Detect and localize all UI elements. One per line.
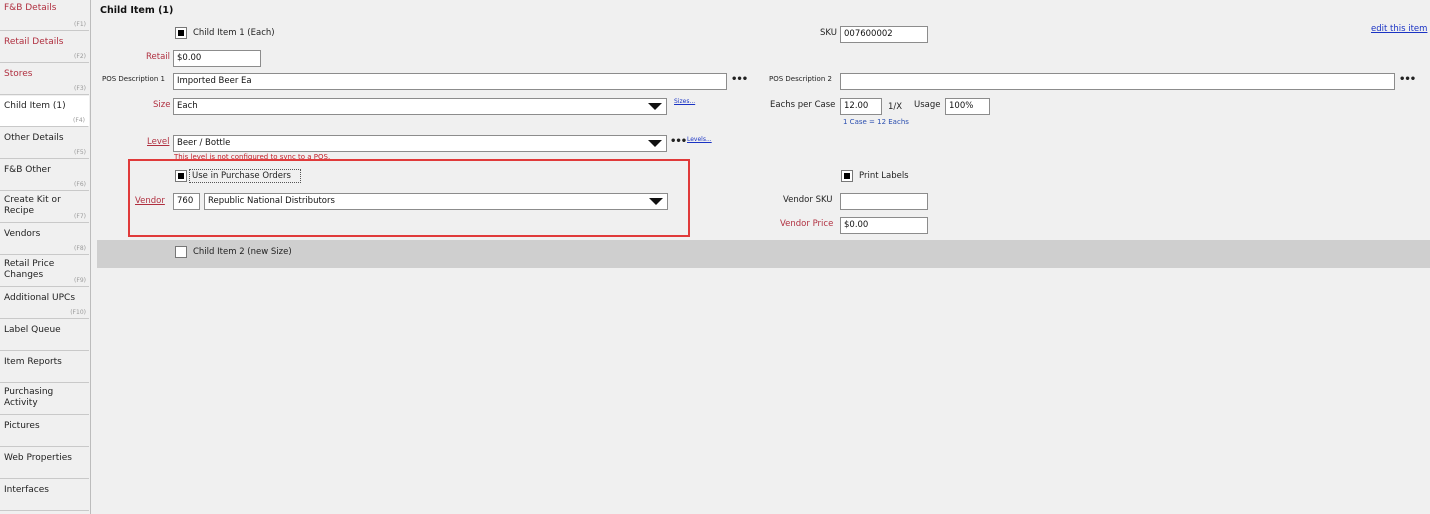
sidebar-item-label: Retail Price Changes bbox=[4, 259, 55, 280]
sku-label: SKU bbox=[820, 28, 837, 38]
sidebar-item-shortcut: (F5) bbox=[74, 149, 86, 156]
sidebar-item-additional-upcs[interactable]: Additional UPCs (F10) bbox=[0, 288, 89, 319]
use-in-purchase-orders-checkbox[interactable] bbox=[175, 170, 187, 182]
levels-link[interactable]: Levels... bbox=[687, 136, 712, 143]
pos-description-2-input[interactable] bbox=[840, 73, 1395, 90]
usage-input[interactable]: 100% bbox=[945, 98, 990, 115]
sidebar-item-shortcut: (F3) bbox=[74, 85, 86, 92]
ellipsis-icon[interactable]: ••• bbox=[1399, 74, 1416, 85]
ellipsis-icon[interactable]: ••• bbox=[670, 136, 687, 147]
use-in-purchase-orders-label: Use in Purchase Orders bbox=[192, 171, 291, 181]
vendor-select[interactable]: Republic National Distributors bbox=[204, 193, 668, 210]
child-item-1-checkbox[interactable] bbox=[175, 27, 187, 39]
sidebar-item-item-reports[interactable]: Item Reports bbox=[0, 352, 89, 383]
ellipsis-icon[interactable]: ••• bbox=[731, 74, 748, 85]
sidebar-item-label: Create Kit or Recipe bbox=[4, 195, 61, 216]
sidebar-item-retail-details[interactable]: Retail Details (F2) bbox=[0, 32, 89, 63]
child-item-2-label: Child Item 2 (new Size) bbox=[193, 247, 292, 257]
child-item-2-row bbox=[97, 240, 1430, 268]
vendor-price-label: Vendor Price bbox=[780, 219, 834, 229]
sku-input[interactable]: 007600002 bbox=[840, 26, 928, 43]
sidebar-item-shortcut: (F9) bbox=[74, 277, 86, 284]
usage-label: Usage bbox=[914, 100, 941, 110]
retail-input[interactable]: $0.00 bbox=[173, 50, 261, 67]
sidebar-item-fb-other[interactable]: F&B Other (F6) bbox=[0, 160, 89, 191]
pos-description-2-label: POS Description 2 bbox=[769, 75, 832, 83]
child-item-2-checkbox[interactable] bbox=[175, 246, 187, 258]
sidebar-item-label: F&B Other bbox=[4, 165, 51, 175]
vendor-sku-input[interactable] bbox=[840, 193, 928, 210]
sidebar-item-shortcut: (F4) bbox=[73, 117, 85, 124]
sidebar-item-shortcut: (F8) bbox=[74, 245, 86, 252]
sidebar-item-label: Pictures bbox=[4, 421, 40, 431]
print-labels-label: Print Labels bbox=[859, 171, 909, 181]
sidebar-item-pictures[interactable]: Pictures bbox=[0, 416, 89, 447]
sidebar-item-shortcut: (F7) bbox=[74, 213, 86, 220]
sidebar-item-label: Web Properties bbox=[4, 453, 72, 463]
sidebar-nav: F&B Details (F1) Retail Details (F2) Sto… bbox=[0, 0, 91, 514]
child-item-1-label: Child Item 1 (Each) bbox=[193, 28, 275, 38]
level-label: Level bbox=[147, 137, 170, 147]
level-select[interactable]: Beer / Bottle bbox=[173, 135, 667, 152]
edit-item-link[interactable]: edit this item bbox=[1371, 24, 1427, 34]
sidebar-item-shortcut: (F2) bbox=[74, 53, 86, 60]
size-select[interactable]: Each bbox=[173, 98, 667, 115]
sidebar-item-retail-price-changes[interactable]: Retail Price Changes (F9) bbox=[0, 256, 89, 287]
sidebar-item-fb-details[interactable]: F&B Details (F1) bbox=[0, 0, 89, 31]
retail-label: Retail bbox=[146, 52, 171, 62]
ratio-label: 1/X bbox=[888, 102, 903, 112]
child-item-panel: Child Item (1) Child Item 1 (Each) SKU 0… bbox=[97, 0, 1430, 514]
pos-description-1-label: POS Description 1 bbox=[102, 75, 165, 83]
sidebar-item-label: Stores bbox=[4, 69, 33, 79]
sidebar-item-purchasing-activity[interactable]: Purchasing Activity bbox=[0, 384, 89, 415]
sidebar-item-label-queue[interactable]: Label Queue bbox=[0, 320, 89, 351]
sidebar-item-label: Label Queue bbox=[4, 325, 61, 335]
size-selected-value: Each bbox=[177, 101, 198, 111]
vendor-selected-value: Republic National Distributors bbox=[208, 196, 335, 206]
sidebar-item-label: Item Reports bbox=[4, 357, 62, 367]
sidebar-item-label: Other Details bbox=[4, 133, 64, 143]
sidebar-item-interfaces[interactable]: Interfaces bbox=[0, 480, 89, 511]
triangle-down-icon bbox=[648, 103, 662, 110]
sidebar-item-create-kit[interactable]: Create Kit or Recipe (F7) bbox=[0, 192, 89, 223]
sidebar-item-shortcut: (F1) bbox=[74, 21, 86, 28]
sidebar-item-vendors[interactable]: Vendors (F8) bbox=[0, 224, 89, 255]
triangle-down-icon bbox=[648, 140, 662, 147]
eachs-per-case-label: Eachs per Case bbox=[770, 100, 836, 110]
vendor-code-input[interactable]: 760 bbox=[173, 193, 200, 210]
sidebar-item-other-details[interactable]: Other Details (F5) bbox=[0, 128, 89, 159]
sidebar-item-web-properties[interactable]: Web Properties bbox=[0, 448, 89, 479]
sidebar-item-stores[interactable]: Stores (F3) bbox=[0, 64, 89, 95]
vendor-price-input[interactable]: $0.00 bbox=[840, 217, 928, 234]
sidebar-item-child-item[interactable]: Child Item (1) (F4) bbox=[0, 96, 89, 127]
sidebar-item-label: Purchasing Activity bbox=[4, 387, 54, 408]
case-conversion-hint: 1 Case = 12 Eachs bbox=[843, 118, 909, 126]
level-selected-value: Beer / Bottle bbox=[177, 138, 231, 148]
sidebar-item-label: Child Item (1) bbox=[4, 101, 66, 111]
sidebar-item-shortcut: (F6) bbox=[74, 181, 86, 188]
page-title: Child Item (1) bbox=[100, 5, 174, 16]
sizes-link[interactable]: Sizes... bbox=[674, 98, 695, 105]
sidebar-item-label: Retail Details bbox=[4, 37, 64, 47]
sidebar-item-label: Interfaces bbox=[4, 485, 49, 495]
vendor-sku-label: Vendor SKU bbox=[783, 195, 833, 205]
eachs-per-case-input[interactable]: 12.00 bbox=[840, 98, 882, 115]
sidebar-item-label: F&B Details bbox=[4, 3, 57, 13]
print-labels-checkbox[interactable] bbox=[841, 170, 853, 182]
sidebar-item-label: Vendors bbox=[4, 229, 41, 239]
size-label: Size bbox=[153, 100, 171, 110]
sidebar-item-label: Additional UPCs bbox=[4, 293, 76, 303]
triangle-down-icon bbox=[649, 198, 663, 205]
pos-description-1-input[interactable]: Imported Beer Ea bbox=[173, 73, 727, 90]
sidebar-item-shortcut: (F10) bbox=[70, 309, 86, 316]
vendor-label: Vendor bbox=[135, 196, 165, 206]
